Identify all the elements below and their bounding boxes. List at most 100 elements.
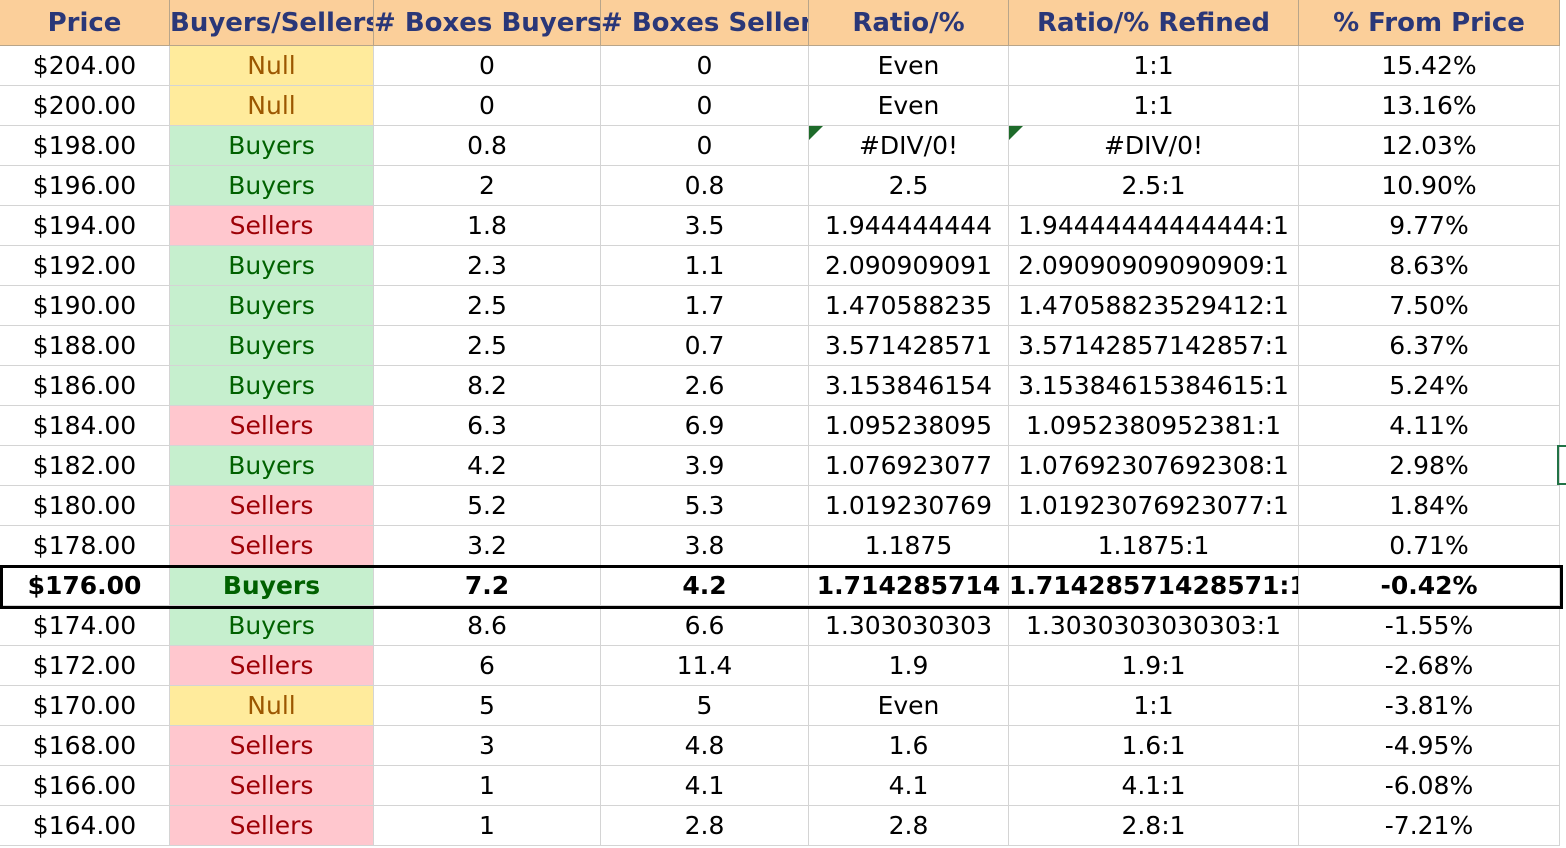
ratio-refined-cell[interactable]: 2.09090909090909:1 <box>1009 246 1299 286</box>
pct-from-price-cell[interactable]: -1.55% <box>1299 606 1560 646</box>
side-cell[interactable]: Buyers <box>170 366 374 406</box>
header-ratio-refined[interactable]: Ratio/% Refined <box>1009 0 1299 46</box>
boxes-sellers-cell[interactable]: 0 <box>601 46 809 86</box>
boxes-buyers-cell[interactable]: 5 <box>374 686 601 726</box>
ratio-refined-cell[interactable]: 2.8:1 <box>1009 806 1299 846</box>
side-cell[interactable]: Buyers <box>170 326 374 366</box>
ratio-refined-cell[interactable]: 1.3030303030303:1 <box>1009 606 1299 646</box>
pct-from-price-cell[interactable]: -2.68% <box>1299 646 1560 686</box>
header-boxes-buyers[interactable]: # Boxes Buyers <box>374 0 601 46</box>
boxes-buyers-cell[interactable]: 2.5 <box>374 286 601 326</box>
boxes-buyers-cell[interactable]: 0 <box>374 46 601 86</box>
pct-from-price-cell[interactable]: 15.42% <box>1299 46 1560 86</box>
ratio-refined-cell[interactable]: 1.07692307692308:1 <box>1009 446 1299 486</box>
pct-from-price-cell[interactable]: 13.16% <box>1299 86 1560 126</box>
price-cell[interactable]: $174.00 <box>0 606 170 646</box>
header-buyers-sellers[interactable]: Buyers/Sellers <box>170 0 374 46</box>
ratio-cell[interactable]: 3.153846154 <box>809 366 1009 406</box>
price-cell[interactable]: $200.00 <box>0 86 170 126</box>
pct-from-price-cell[interactable]: -7.21% <box>1299 806 1560 846</box>
ratio-cell[interactable]: 3.571428571 <box>809 326 1009 366</box>
side-cell[interactable]: Buyers <box>170 286 374 326</box>
side-cell[interactable]: Null <box>170 86 374 126</box>
price-cell[interactable]: $176.00 <box>0 566 170 606</box>
side-cell[interactable]: Buyers <box>170 566 374 606</box>
boxes-sellers-cell[interactable]: 11.4 <box>601 646 809 686</box>
pct-from-price-cell[interactable]: -6.08% <box>1299 766 1560 806</box>
pct-from-price-cell[interactable]: -0.42% <box>1299 566 1560 606</box>
boxes-sellers-cell[interactable]: 0 <box>601 126 809 166</box>
side-cell[interactable]: Null <box>170 686 374 726</box>
ratio-refined-cell[interactable]: 3.57142857142857:1 <box>1009 326 1299 366</box>
boxes-buyers-cell[interactable]: 2.3 <box>374 246 601 286</box>
ratio-cell[interactable]: 1.6 <box>809 726 1009 766</box>
ratio-refined-cell[interactable]: 2.5:1 <box>1009 166 1299 206</box>
boxes-sellers-cell[interactable]: 1.1 <box>601 246 809 286</box>
pct-from-price-cell[interactable]: 4.11% <box>1299 406 1560 446</box>
ratio-cell[interactable]: 2.5 <box>809 166 1009 206</box>
side-cell[interactable]: Sellers <box>170 206 374 246</box>
boxes-buyers-cell[interactable]: 6.3 <box>374 406 601 446</box>
boxes-sellers-cell[interactable]: 4.1 <box>601 766 809 806</box>
price-cell[interactable]: $198.00 <box>0 126 170 166</box>
ratio-cell[interactable]: 1.076923077 <box>809 446 1009 486</box>
pct-from-price-cell[interactable]: 12.03% <box>1299 126 1560 166</box>
price-cell[interactable]: $204.00 <box>0 46 170 86</box>
pct-from-price-cell[interactable]: 6.37% <box>1299 326 1560 366</box>
boxes-buyers-cell[interactable]: 8.6 <box>374 606 601 646</box>
header-boxes-sellers[interactable]: # Boxes Sellers <box>601 0 809 46</box>
ratio-cell[interactable]: Even <box>809 86 1009 126</box>
boxes-buyers-cell[interactable]: 0.8 <box>374 126 601 166</box>
boxes-sellers-cell[interactable]: 3.9 <box>601 446 809 486</box>
ratio-refined-cell[interactable]: 1.6:1 <box>1009 726 1299 766</box>
ratio-cell[interactable]: 2.8 <box>809 806 1009 846</box>
ratio-cell[interactable]: 1.303030303 <box>809 606 1009 646</box>
boxes-sellers-cell[interactable]: 3.5 <box>601 206 809 246</box>
ratio-refined-cell[interactable]: 3.15384615384615:1 <box>1009 366 1299 406</box>
price-cell[interactable]: $180.00 <box>0 486 170 526</box>
price-cell[interactable]: $170.00 <box>0 686 170 726</box>
ratio-cell[interactable]: 1.019230769 <box>809 486 1009 526</box>
boxes-buyers-cell[interactable]: 1 <box>374 766 601 806</box>
side-cell[interactable]: Sellers <box>170 646 374 686</box>
price-cell[interactable]: $172.00 <box>0 646 170 686</box>
boxes-sellers-cell[interactable]: 2.6 <box>601 366 809 406</box>
pct-from-price-cell[interactable]: 10.90% <box>1299 166 1560 206</box>
boxes-buyers-cell[interactable]: 2 <box>374 166 601 206</box>
side-cell[interactable]: Null <box>170 46 374 86</box>
side-cell[interactable]: Sellers <box>170 406 374 446</box>
pct-from-price-cell[interactable]: 1.84% <box>1299 486 1560 526</box>
ratio-cell[interactable]: 1.095238095 <box>809 406 1009 446</box>
pct-from-price-cell[interactable]: 7.50% <box>1299 286 1560 326</box>
side-cell[interactable]: Buyers <box>170 126 374 166</box>
pct-from-price-cell[interactable]: 2.98% <box>1299 446 1560 486</box>
ratio-cell[interactable]: 1.470588235 <box>809 286 1009 326</box>
side-cell[interactable]: Sellers <box>170 526 374 566</box>
ratio-refined-cell[interactable]: 1:1 <box>1009 686 1299 726</box>
boxes-buyers-cell[interactable]: 2.5 <box>374 326 601 366</box>
price-cell[interactable]: $178.00 <box>0 526 170 566</box>
side-cell[interactable]: Buyers <box>170 446 374 486</box>
header-ratio[interactable]: Ratio/% <box>809 0 1009 46</box>
ratio-refined-cell[interactable]: 1.0952380952381:1 <box>1009 406 1299 446</box>
boxes-buyers-cell[interactable]: 6 <box>374 646 601 686</box>
pct-from-price-cell[interactable]: 5.24% <box>1299 366 1560 406</box>
ratio-cell[interactable]: Even <box>809 46 1009 86</box>
price-cell[interactable]: $194.00 <box>0 206 170 246</box>
ratio-refined-cell[interactable]: 1.71428571428571:1 <box>1009 566 1299 606</box>
boxes-sellers-cell[interactable]: 5.3 <box>601 486 809 526</box>
price-cell[interactable]: $166.00 <box>0 766 170 806</box>
ratio-refined-cell[interactable]: 1:1 <box>1009 46 1299 86</box>
pct-from-price-cell[interactable]: 9.77% <box>1299 206 1560 246</box>
boxes-buyers-cell[interactable]: 1.8 <box>374 206 601 246</box>
boxes-sellers-cell[interactable]: 4.8 <box>601 726 809 766</box>
boxes-buyers-cell[interactable]: 1 <box>374 806 601 846</box>
price-cell[interactable]: $168.00 <box>0 726 170 766</box>
ratio-cell[interactable]: Even <box>809 686 1009 726</box>
price-cell[interactable]: $188.00 <box>0 326 170 366</box>
pct-from-price-cell[interactable]: -3.81% <box>1299 686 1560 726</box>
ratio-refined-cell[interactable]: 1.9:1 <box>1009 646 1299 686</box>
side-cell[interactable]: Buyers <box>170 166 374 206</box>
price-cell[interactable]: $192.00 <box>0 246 170 286</box>
boxes-buyers-cell[interactable]: 3.2 <box>374 526 601 566</box>
